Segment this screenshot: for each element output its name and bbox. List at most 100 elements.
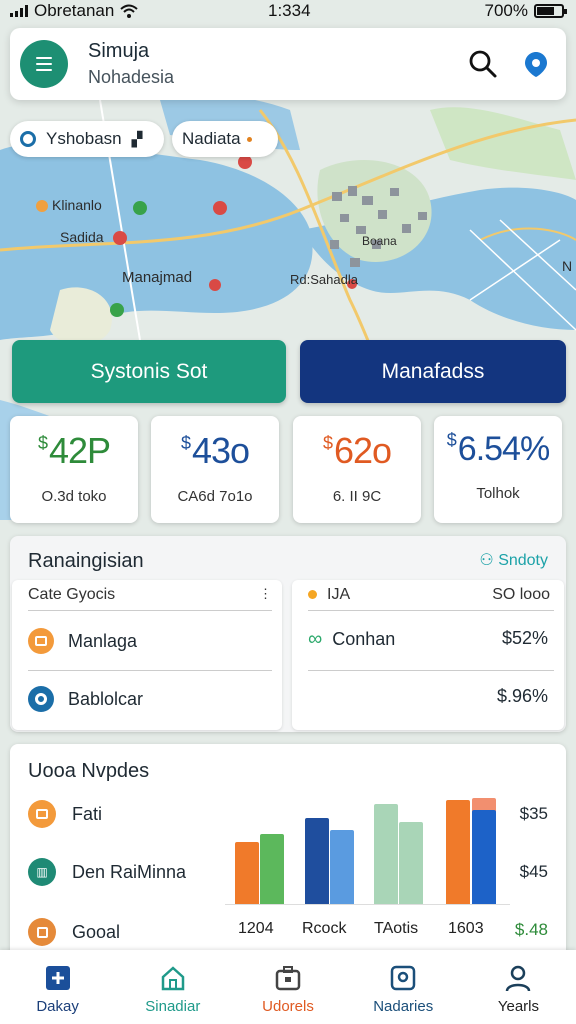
- metric-card[interactable]: $42P O.3d toko: [10, 416, 138, 523]
- rate-header-right: SO looo: [492, 586, 550, 603]
- ranking-panel: Ranaingisian ⚇ Sndoty Cate Gyocis ⋮ Manl…: [10, 536, 566, 732]
- header-title: Simuja: [88, 40, 150, 62]
- filter-chip-1[interactable]: Yshobasn ▞: [10, 121, 164, 157]
- metric-currency: $: [37, 433, 48, 453]
- battery-percent: 700%: [484, 1, 528, 20]
- rate-list: IJA SO looo ∞ Conhan $52% $.96%: [292, 580, 564, 730]
- metric-card[interactable]: $6.54% Tolhok: [434, 416, 562, 523]
- map-label: Boana: [362, 234, 397, 248]
- status-dot-icon: [308, 590, 317, 599]
- wifi-icon: [120, 4, 139, 18]
- update-label: Fati: [72, 803, 103, 824]
- chart-circle-icon: [28, 686, 54, 712]
- secondary-action-button[interactable]: Manafadss: [300, 340, 566, 403]
- nav-label: Udorels: [262, 998, 314, 1015]
- target-icon: [20, 131, 36, 147]
- status-bar: Obretanan 1:334 700%: [0, 0, 576, 22]
- signal-icon: [10, 5, 28, 17]
- building-icon: ▥: [28, 858, 56, 886]
- bar: [374, 804, 398, 904]
- update-label: Den RaiMinna: [72, 861, 187, 882]
- category-list: Cate Gyocis ⋮ Manlaga Bablolcar: [12, 580, 282, 730]
- metric-card[interactable]: $43o CA6d 7o1o: [151, 416, 279, 523]
- user-icon: [506, 965, 531, 992]
- nav-item-dakay[interactable]: Dakay: [0, 950, 115, 1024]
- ranking-link-label: Sndoty: [498, 552, 548, 569]
- nav-item-sinadiar[interactable]: Sinadiar: [115, 950, 230, 1024]
- dot-icon: [246, 136, 252, 142]
- update-label: Gooal: [72, 921, 121, 942]
- update-value: $45: [519, 862, 548, 881]
- plus-square-icon: [45, 966, 70, 990]
- bar: [472, 810, 496, 904]
- bar: [305, 818, 329, 904]
- more-icon[interactable]: ⋮: [259, 586, 272, 602]
- update-row[interactable]: Fati: [28, 800, 102, 828]
- home-icon: [161, 966, 185, 991]
- bar: [260, 834, 284, 904]
- update-row[interactable]: Gooal: [28, 918, 120, 946]
- updates-panel: Uooa Nvpdes Fati $35 ▥ Den RaiMinna $45 …: [10, 744, 566, 960]
- chip-label: Yshobasn: [46, 129, 122, 148]
- map-label: Rd:Sahadla: [290, 272, 358, 287]
- ranking-link[interactable]: ⚇ Sndoty: [479, 550, 548, 570]
- nav-label: Dakay: [36, 998, 79, 1015]
- briefcase-icon: [275, 966, 301, 991]
- nav-item-yearls[interactable]: Yearls: [461, 950, 576, 1024]
- category-label: Manlaga: [68, 630, 138, 651]
- menu-button[interactable]: [20, 40, 68, 88]
- document-icon: [28, 918, 56, 946]
- briefcase-icon: [28, 628, 54, 654]
- metric-card[interactable]: $62o 6. II 9C: [293, 416, 421, 523]
- battery-icon: [534, 4, 567, 18]
- rate-row[interactable]: ∞ Conhan: [308, 628, 395, 651]
- update-row[interactable]: ▥ Den RaiMinna: [28, 858, 186, 886]
- metric-currency: $: [322, 433, 333, 453]
- primary-action-button[interactable]: Systonis Sot: [12, 340, 286, 403]
- filter-chip-2[interactable]: Nadiata: [172, 121, 278, 157]
- category-row[interactable]: Bablolcar: [28, 686, 143, 712]
- folder-icon: [28, 800, 56, 828]
- x-axis-label: 1603: [448, 920, 484, 937]
- nav-item-udorels[interactable]: Udorels: [230, 950, 345, 1024]
- rate-value: $.96%: [496, 686, 548, 706]
- x-axis-label: TAotis: [374, 920, 419, 937]
- nav-label: Sinadiar: [145, 998, 201, 1015]
- nav-label: Nadaries: [373, 998, 434, 1015]
- search-header: Simuja Nohadesia: [10, 28, 566, 100]
- update-value: $.48: [514, 920, 548, 939]
- metric-label: O.3d toko: [41, 488, 107, 505]
- metric-label: Tolhok: [476, 485, 520, 502]
- metric-currency: $: [180, 433, 191, 453]
- map-label: N: [562, 258, 573, 274]
- metric-value: 43o: [191, 430, 250, 471]
- metric-label: 6. II 9C: [332, 488, 382, 505]
- metric-currency: $: [446, 430, 457, 450]
- carrier-name: Obretanan: [34, 1, 115, 20]
- nav-label: Yearls: [497, 998, 539, 1015]
- category-label: Bablolcar: [68, 688, 144, 709]
- nav-item-nadaries[interactable]: Nadaries: [346, 950, 461, 1024]
- bottom-nav: Dakay Sinadiar Udorels Nadaries Yearls: [0, 950, 576, 1024]
- metric-label: CA6d 7o1o: [177, 488, 253, 505]
- header-subtitle: Nohadesia: [88, 67, 175, 87]
- category-row[interactable]: Manlaga: [28, 628, 137, 654]
- x-axis-label: 1204: [238, 920, 274, 937]
- location-icon[interactable]: [522, 50, 550, 78]
- map-label: Sadida: [60, 229, 104, 245]
- clock: 1:334: [268, 1, 311, 20]
- bar: [330, 830, 354, 904]
- search-icon[interactable]: [468, 49, 498, 79]
- x-axis-label: Rcock: [302, 920, 347, 937]
- ranking-title: Ranaingisian: [28, 550, 144, 572]
- rate-header-left: IJA: [327, 586, 351, 603]
- bar: [446, 800, 470, 904]
- rate-value: $52%: [501, 628, 548, 648]
- rate-label: Conhan: [332, 629, 396, 649]
- location-square-icon: [390, 965, 416, 991]
- link-icon: ⚇: [479, 552, 494, 569]
- metric-value: 42P: [48, 430, 111, 471]
- bar: [235, 842, 259, 904]
- bar: [399, 822, 423, 904]
- metric-value: 6.54%: [457, 430, 550, 468]
